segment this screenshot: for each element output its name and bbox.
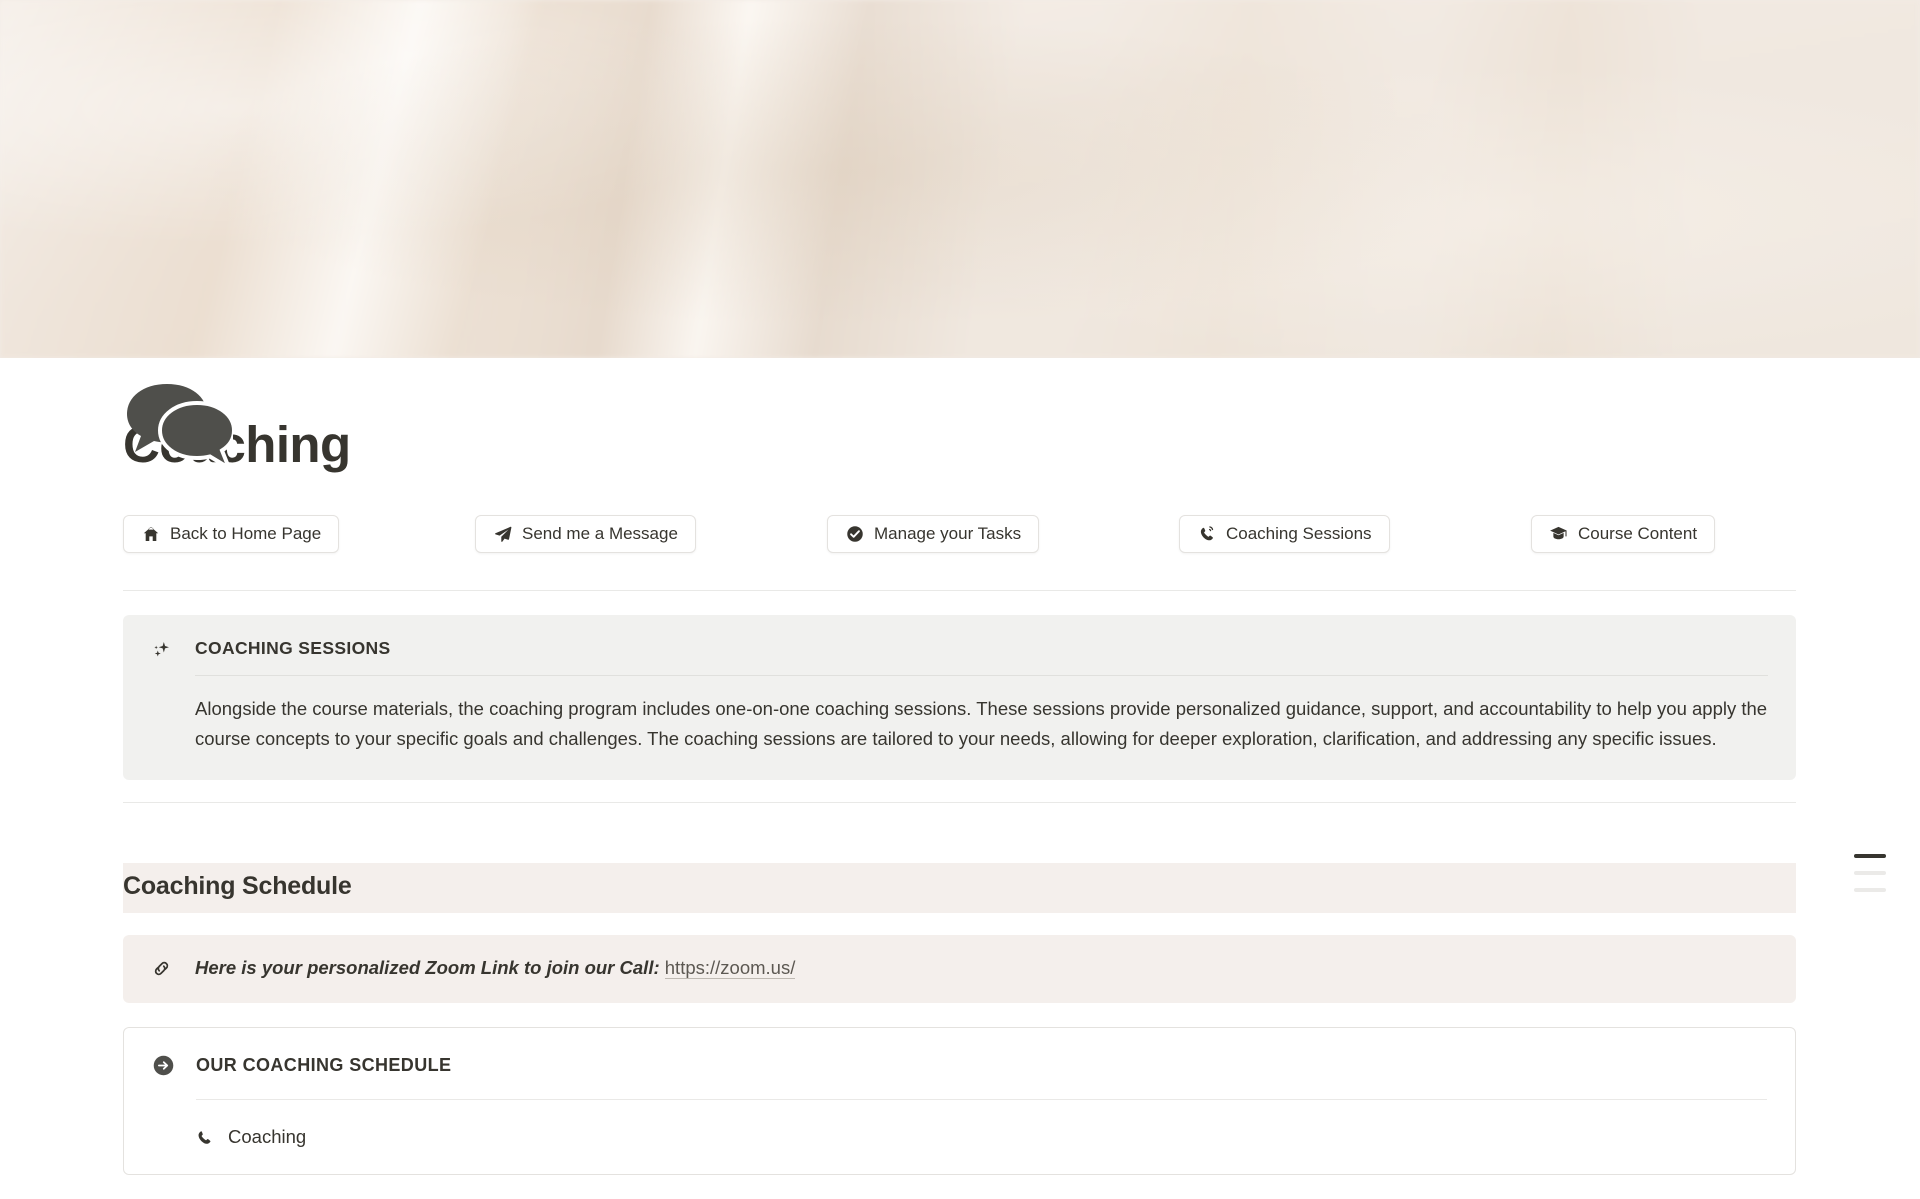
graduation-cap-icon — [1549, 524, 1568, 543]
speech-bubbles-icon[interactable] — [123, 376, 237, 473]
card-rule — [196, 1099, 1767, 1101]
card-title: OUR COACHING SCHEDULE — [196, 1055, 452, 1076]
callout-rule — [195, 675, 1768, 677]
toc-bar-active[interactable] — [1854, 854, 1886, 858]
sparkles-icon — [151, 637, 195, 755]
nav-button-coaching-sessions[interactable]: Coaching Sessions — [1179, 514, 1390, 553]
nav-button-back-to-home-page[interactable]: Back to Home Page — [123, 514, 340, 553]
nav-button-label: Send me a Message — [522, 523, 678, 543]
callout-zoom-text: Here is your personalized Zoom Link to j… — [195, 955, 796, 981]
cover-gradient-overlay — [0, 0, 1920, 358]
nav-cell-home: Back to Home Page — [123, 514, 475, 553]
callout-body: COACHING SESSIONS Alongside the course m… — [195, 637, 1768, 755]
page-body: Coaching Back to Home Page Send me a Mes… — [0, 384, 1920, 1176]
card-header[interactable]: OUR COACHING SCHEDULE — [152, 1054, 1767, 1077]
toc-bar[interactable] — [1854, 888, 1886, 892]
zoom-text-label: Here is your personalized Zoom Link to j… — [195, 957, 660, 979]
quick-links-row: Back to Home Page Send me a Message Mana… — [123, 514, 1820, 554]
nav-cell-tasks: Manage your Tasks — [827, 514, 1179, 553]
nav-button-label: Manage your Tasks — [874, 523, 1022, 543]
divider-below-callout — [123, 802, 1796, 804]
phone-icon — [196, 1129, 228, 1146]
nav-button-manage-your-tasks[interactable]: Manage your Tasks — [827, 514, 1040, 553]
link-icon — [151, 958, 195, 979]
nav-button-label: Back to Home Page — [170, 523, 322, 543]
toc-bar[interactable] — [1854, 871, 1886, 875]
list-item[interactable]: Coaching — [196, 1126, 1767, 1174]
page-cover-banner — [0, 0, 1920, 358]
page-title: Coaching — [123, 416, 351, 473]
paper-plane-icon — [493, 524, 512, 543]
nav-button-send-me-a-message[interactable]: Send me a Message — [475, 514, 696, 553]
list-item-label: Coaching — [228, 1126, 307, 1148]
card-our-coaching-schedule: OUR COACHING SCHEDULE Coaching — [123, 1027, 1796, 1176]
phone-ringing-icon — [1197, 524, 1216, 543]
nav-cell-course: Course Content — [1531, 514, 1716, 553]
table-of-contents-rail[interactable] — [1840, 854, 1886, 892]
nav-cell-message: Send me a Message — [475, 514, 827, 553]
zoom-link[interactable]: https://zoom.us/ — [664, 957, 796, 980]
section-heading-coaching-schedule: Coaching Schedule — [123, 863, 1796, 914]
page-content: Coaching Back to Home Page Send me a Mes… — [123, 416, 1820, 1176]
nav-button-label: Course Content — [1578, 523, 1698, 543]
callout-title: COACHING SESSIONS — [195, 637, 391, 658]
callout-coaching-sessions: COACHING SESSIONS Alongside the course m… — [123, 614, 1796, 781]
callout-zoom-link: Here is your personalized Zoom Link to j… — [123, 935, 1796, 1004]
home-icon — [141, 524, 160, 543]
nav-button-label: Coaching Sessions — [1226, 523, 1372, 543]
nav-button-course-content[interactable]: Course Content — [1531, 514, 1716, 553]
callout-paragraph: Alongside the course materials, the coac… — [195, 698, 1768, 750]
check-circle-icon — [845, 524, 864, 543]
arrow-right-circle-icon — [152, 1054, 196, 1077]
divider-top — [123, 589, 1796, 591]
nav-cell-sessions: Coaching Sessions — [1179, 514, 1531, 553]
